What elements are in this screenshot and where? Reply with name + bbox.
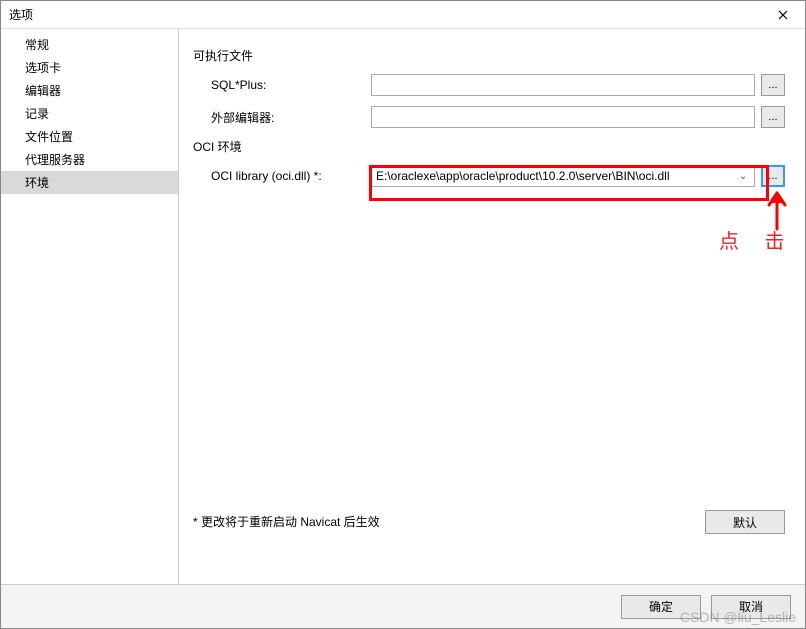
titlebar: 选项 [1,1,805,29]
row-oci-library: OCI library (oci.dll) *: E:\oraclexe\app… [211,165,785,187]
section-executable-label: 可执行文件 [193,47,785,64]
sidebar-item-general[interactable]: 常规 [1,33,178,56]
sidebar-item-records[interactable]: 记录 [1,102,178,125]
sidebar-item-file-location[interactable]: 文件位置 [1,125,178,148]
oci-library-label: OCI library (oci.dll) *: [211,169,371,183]
row-external-editor: 外部编辑器: ... [211,106,785,128]
sidebar: 常规 选项卡 编辑器 记录 文件位置 代理服务器 环境 [1,29,179,584]
defaults-button[interactable]: 默认 [705,510,785,534]
row-sqlplus: SQL*Plus: ... [211,74,785,96]
sidebar-item-environment[interactable]: 环境 [1,171,178,194]
ok-button[interactable]: 确定 [621,595,701,619]
cancel-button[interactable]: 取消 [711,595,791,619]
section-oci-label: OCI 环境 [193,138,785,155]
external-editor-browse-button[interactable]: ... [761,106,785,128]
close-button[interactable] [761,1,805,29]
external-editor-input[interactable] [371,106,755,128]
sidebar-item-editor[interactable]: 编辑器 [1,79,178,102]
oci-library-combo[interactable]: E:\oraclexe\app\oracle\product\10.2.0\se… [371,165,755,187]
external-editor-label: 外部编辑器: [211,109,371,126]
content-panel: 可执行文件 SQL*Plus: ... 外部编辑器: ... OCI 环境 OC… [179,29,805,584]
sidebar-item-tabs[interactable]: 选项卡 [1,56,178,79]
footer: 确定 取消 [1,584,805,628]
sqlplus-input[interactable] [371,74,755,96]
oci-library-browse-button[interactable]: ... [761,165,785,187]
restart-note: * 更改将于重新启动 Navicat 后生效 [193,513,380,530]
annotation-click-text: 点 击 [719,225,795,254]
body: 常规 选项卡 编辑器 记录 文件位置 代理服务器 环境 可执行文件 SQL*Pl… [1,29,805,584]
chevron-down-icon: ⌄ [736,171,750,182]
close-icon [778,10,788,20]
window-title: 选项 [9,6,33,23]
sqlplus-browse-button[interactable]: ... [761,74,785,96]
sidebar-item-proxy[interactable]: 代理服务器 [1,148,178,171]
sqlplus-label: SQL*Plus: [211,78,371,92]
options-window: 选项 常规 选项卡 编辑器 记录 文件位置 代理服务器 环境 可执行文件 SQL… [0,0,806,629]
oci-library-value: E:\oraclexe\app\oracle\product\10.2.0\se… [376,169,736,183]
